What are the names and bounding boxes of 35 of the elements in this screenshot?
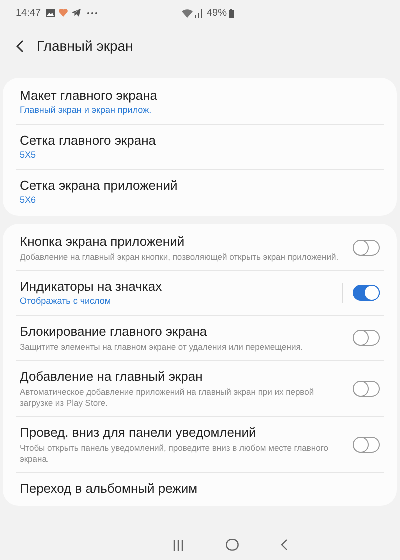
back-icon[interactable] [280,539,288,551]
battery-icon [229,8,234,18]
setting-description: Защитите элементы на главном экране от удаления или перемещения. [20,342,304,353]
setting-value: 5X5 [20,149,38,162]
setting-value: Главный экран и экран прилож. [20,104,153,117]
recent-apps-icon[interactable] [172,540,184,550]
setting-value: 5X6 [20,194,38,207]
paper-plane-icon [72,9,82,17]
status-time: 14:47 [16,6,42,20]
battery-percent: 49% [206,6,227,20]
setting-title[interactable]: Индикаторы на значках [20,278,330,295]
setting-title[interactable]: Сетка экрана приложений [20,177,368,194]
setting-title[interactable]: Провед. вниз для панели уведомлений [20,424,341,441]
setting-title[interactable]: Блокирование главного экрана [20,323,341,340]
setting-title[interactable]: Макет главного экрана [20,87,368,104]
setting-description: Автоматическое добавление приложений на главный экран при их первой загрузке из Play Store. [20,387,316,409]
setting-description: Чтобы открыть панель уведомлений, проведите вниз в любом месте главного экрана. [20,443,330,465]
toggle-switch[interactable] [353,240,380,256]
toggle-switch[interactable] [353,436,380,452]
setting-title[interactable]: Кнопка экрана приложений [20,233,341,250]
page-title: Главный экран [37,36,134,56]
image-icon [46,9,56,17]
setting-title[interactable]: Переход в альбомный режим [20,480,368,497]
more-icon [87,12,98,14]
wifi-icon [182,8,193,18]
toggle-switch[interactable] [353,330,380,346]
setting-value: Отображать с числом [20,295,112,308]
setting-title[interactable]: Добавление на главный экран [20,368,341,385]
setting-description: Добавление на главный экран кнопки, позволяющей открыть экран приложений. [20,252,340,263]
toggle-switch[interactable] [353,285,380,301]
setting-title[interactable]: Сетка главного экрана [20,132,368,149]
signal-icon [194,8,204,18]
heart-icon [59,9,68,17]
toggle-switch[interactable] [353,380,380,396]
home-icon[interactable] [226,539,238,551]
